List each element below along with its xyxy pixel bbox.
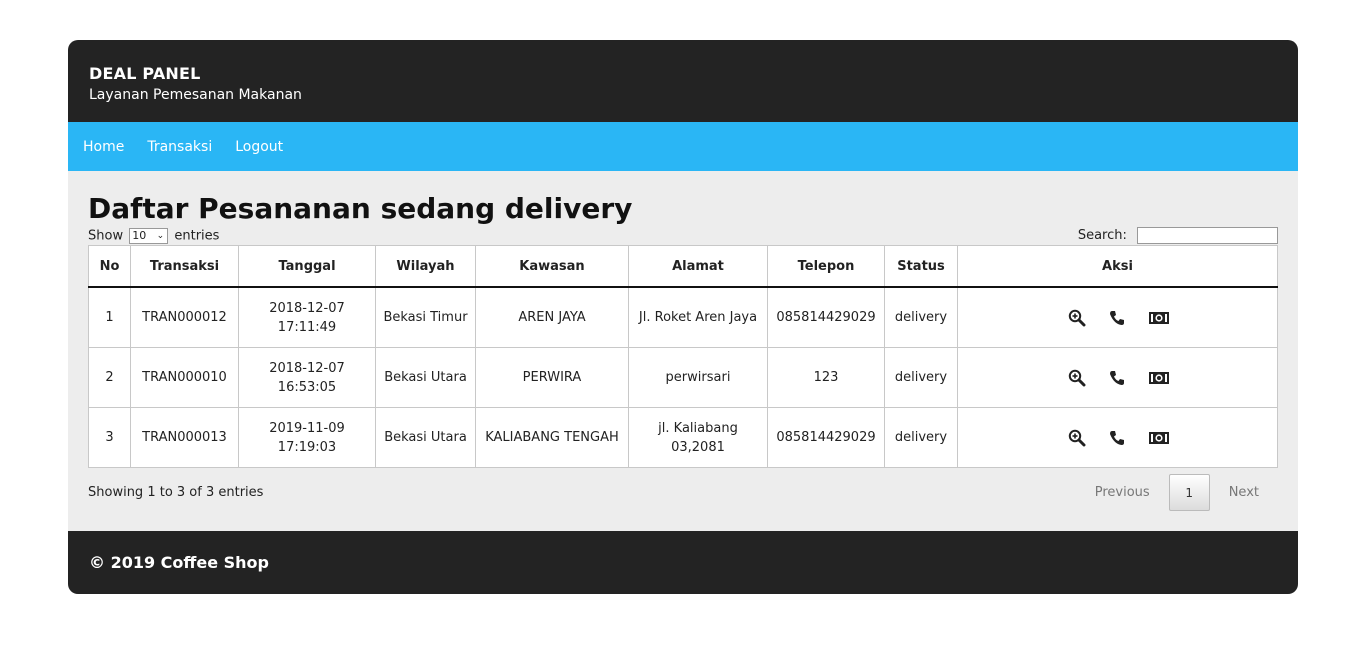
orders-table: No Transaksi Tanggal Wilayah Kawasan Ala…	[88, 245, 1278, 468]
table-row: 2 TRAN000010 2018-12-07 16:53:05 Bekasi …	[88, 347, 1278, 408]
page-title: Daftar Pesananan sedang delivery	[88, 192, 633, 225]
chevron-down-icon: ⌄	[156, 230, 165, 241]
main-content: Daftar Pesananan sedang delivery Show 10…	[68, 171, 1298, 532]
phone-icon[interactable]	[1108, 429, 1126, 447]
cell-wilayah: Bekasi Timur	[375, 286, 476, 348]
table-controls: Show 10 ⌄ entries Search:	[88, 227, 1278, 244]
cell-aksi	[957, 286, 1278, 348]
cell-status: delivery	[884, 407, 958, 468]
entries-select-value: 10	[132, 228, 147, 242]
cell-telepon: 123	[767, 347, 885, 408]
length-control: Show 10 ⌄ entries	[88, 227, 220, 244]
col-header-telepon[interactable]: Telepon	[767, 245, 885, 288]
cell-aksi	[957, 347, 1278, 408]
nav-logout[interactable]: Logout	[235, 139, 283, 155]
show-label: Show	[88, 228, 124, 243]
header: DEAL PANEL Layanan Pemesanan Makanan	[68, 40, 1298, 122]
cell-no: 3	[88, 407, 131, 468]
cell-tanggal: 2018-12-07 16:53:05	[238, 347, 376, 408]
table-info: Showing 1 to 3 of 3 entries	[88, 485, 264, 500]
page-1-button[interactable]: 1	[1168, 474, 1210, 511]
cell-transaksi: TRAN000013	[130, 407, 239, 468]
cell-no: 2	[88, 347, 131, 408]
cell-kawasan: PERWIRA	[475, 347, 629, 408]
cell-wilayah: Bekasi Utara	[375, 407, 476, 468]
cell-status: delivery	[884, 286, 958, 348]
money-icon[interactable]	[1148, 429, 1169, 447]
brand-tagline: Layanan Pemesanan Makanan	[89, 87, 302, 103]
col-header-kawasan[interactable]: Kawasan	[475, 245, 629, 288]
cell-transaksi: TRAN000012	[130, 286, 239, 348]
entries-label: entries	[174, 228, 220, 243]
next-button[interactable]: Next	[1210, 485, 1278, 500]
table-row: 3 TRAN000013 2019-11-09 17:19:03 Bekasi …	[88, 407, 1278, 468]
zoom-in-icon[interactable]	[1068, 369, 1086, 387]
cell-telepon: 085814429029	[767, 407, 885, 468]
cell-alamat: Jl. Roket Aren Jaya	[628, 286, 768, 348]
search-input[interactable]	[1137, 227, 1278, 244]
zoom-in-icon[interactable]	[1068, 429, 1086, 447]
cell-aksi	[957, 407, 1278, 468]
search-label: Search:	[1077, 228, 1127, 243]
pagination: Previous 1 Next	[1076, 474, 1278, 511]
table-header-row: No Transaksi Tanggal Wilayah Kawasan Ala…	[88, 245, 1278, 288]
cell-tanggal: 2018-12-07 17:11:49	[238, 286, 376, 348]
col-header-status[interactable]: Status	[884, 245, 958, 288]
footer-copyright: © 2019 Coffee Shop	[89, 553, 269, 572]
table-footer: Showing 1 to 3 of 3 entries Previous 1 N…	[88, 474, 1278, 511]
search-control: Search:	[1078, 227, 1278, 244]
phone-icon[interactable]	[1108, 309, 1126, 327]
cell-status: delivery	[884, 347, 958, 408]
cell-alamat: jl. Kaliabang 03,2081	[628, 407, 768, 468]
cell-kawasan: KALIABANG TENGAH	[475, 407, 629, 468]
cell-telepon: 085814429029	[767, 286, 885, 348]
cell-kawasan: AREN JAYA	[475, 286, 629, 348]
cell-no: 1	[88, 286, 131, 348]
previous-button[interactable]: Previous	[1076, 485, 1169, 500]
zoom-in-icon[interactable]	[1068, 309, 1086, 327]
navbar: Home Transaksi Logout	[68, 122, 1298, 171]
money-icon[interactable]	[1148, 369, 1169, 387]
brand-title: DEAL PANEL	[89, 64, 201, 83]
col-header-transaksi[interactable]: Transaksi	[130, 245, 239, 288]
cell-tanggal: 2019-11-09 17:19:03	[238, 407, 376, 468]
col-header-alamat[interactable]: Alamat	[628, 245, 768, 288]
entries-select[interactable]: 10 ⌄	[129, 227, 169, 244]
nav-transaksi[interactable]: Transaksi	[147, 139, 212, 155]
col-header-wilayah[interactable]: Wilayah	[375, 245, 476, 288]
cell-transaksi: TRAN000010	[130, 347, 239, 408]
table-row: 1 TRAN000012 2018-12-07 17:11:49 Bekasi …	[88, 286, 1278, 348]
cell-wilayah: Bekasi Utara	[375, 347, 476, 408]
app-frame: DEAL PANEL Layanan Pemesanan Makanan Hom…	[68, 40, 1298, 594]
money-icon[interactable]	[1148, 309, 1169, 327]
col-header-tanggal[interactable]: Tanggal	[238, 245, 376, 288]
footer: © 2019 Coffee Shop	[68, 531, 1298, 594]
col-header-no[interactable]: No	[88, 245, 131, 288]
col-header-aksi[interactable]: Aksi	[957, 245, 1278, 288]
phone-icon[interactable]	[1108, 369, 1126, 387]
nav-home[interactable]: Home	[83, 139, 124, 155]
cell-alamat: perwirsari	[628, 347, 768, 408]
